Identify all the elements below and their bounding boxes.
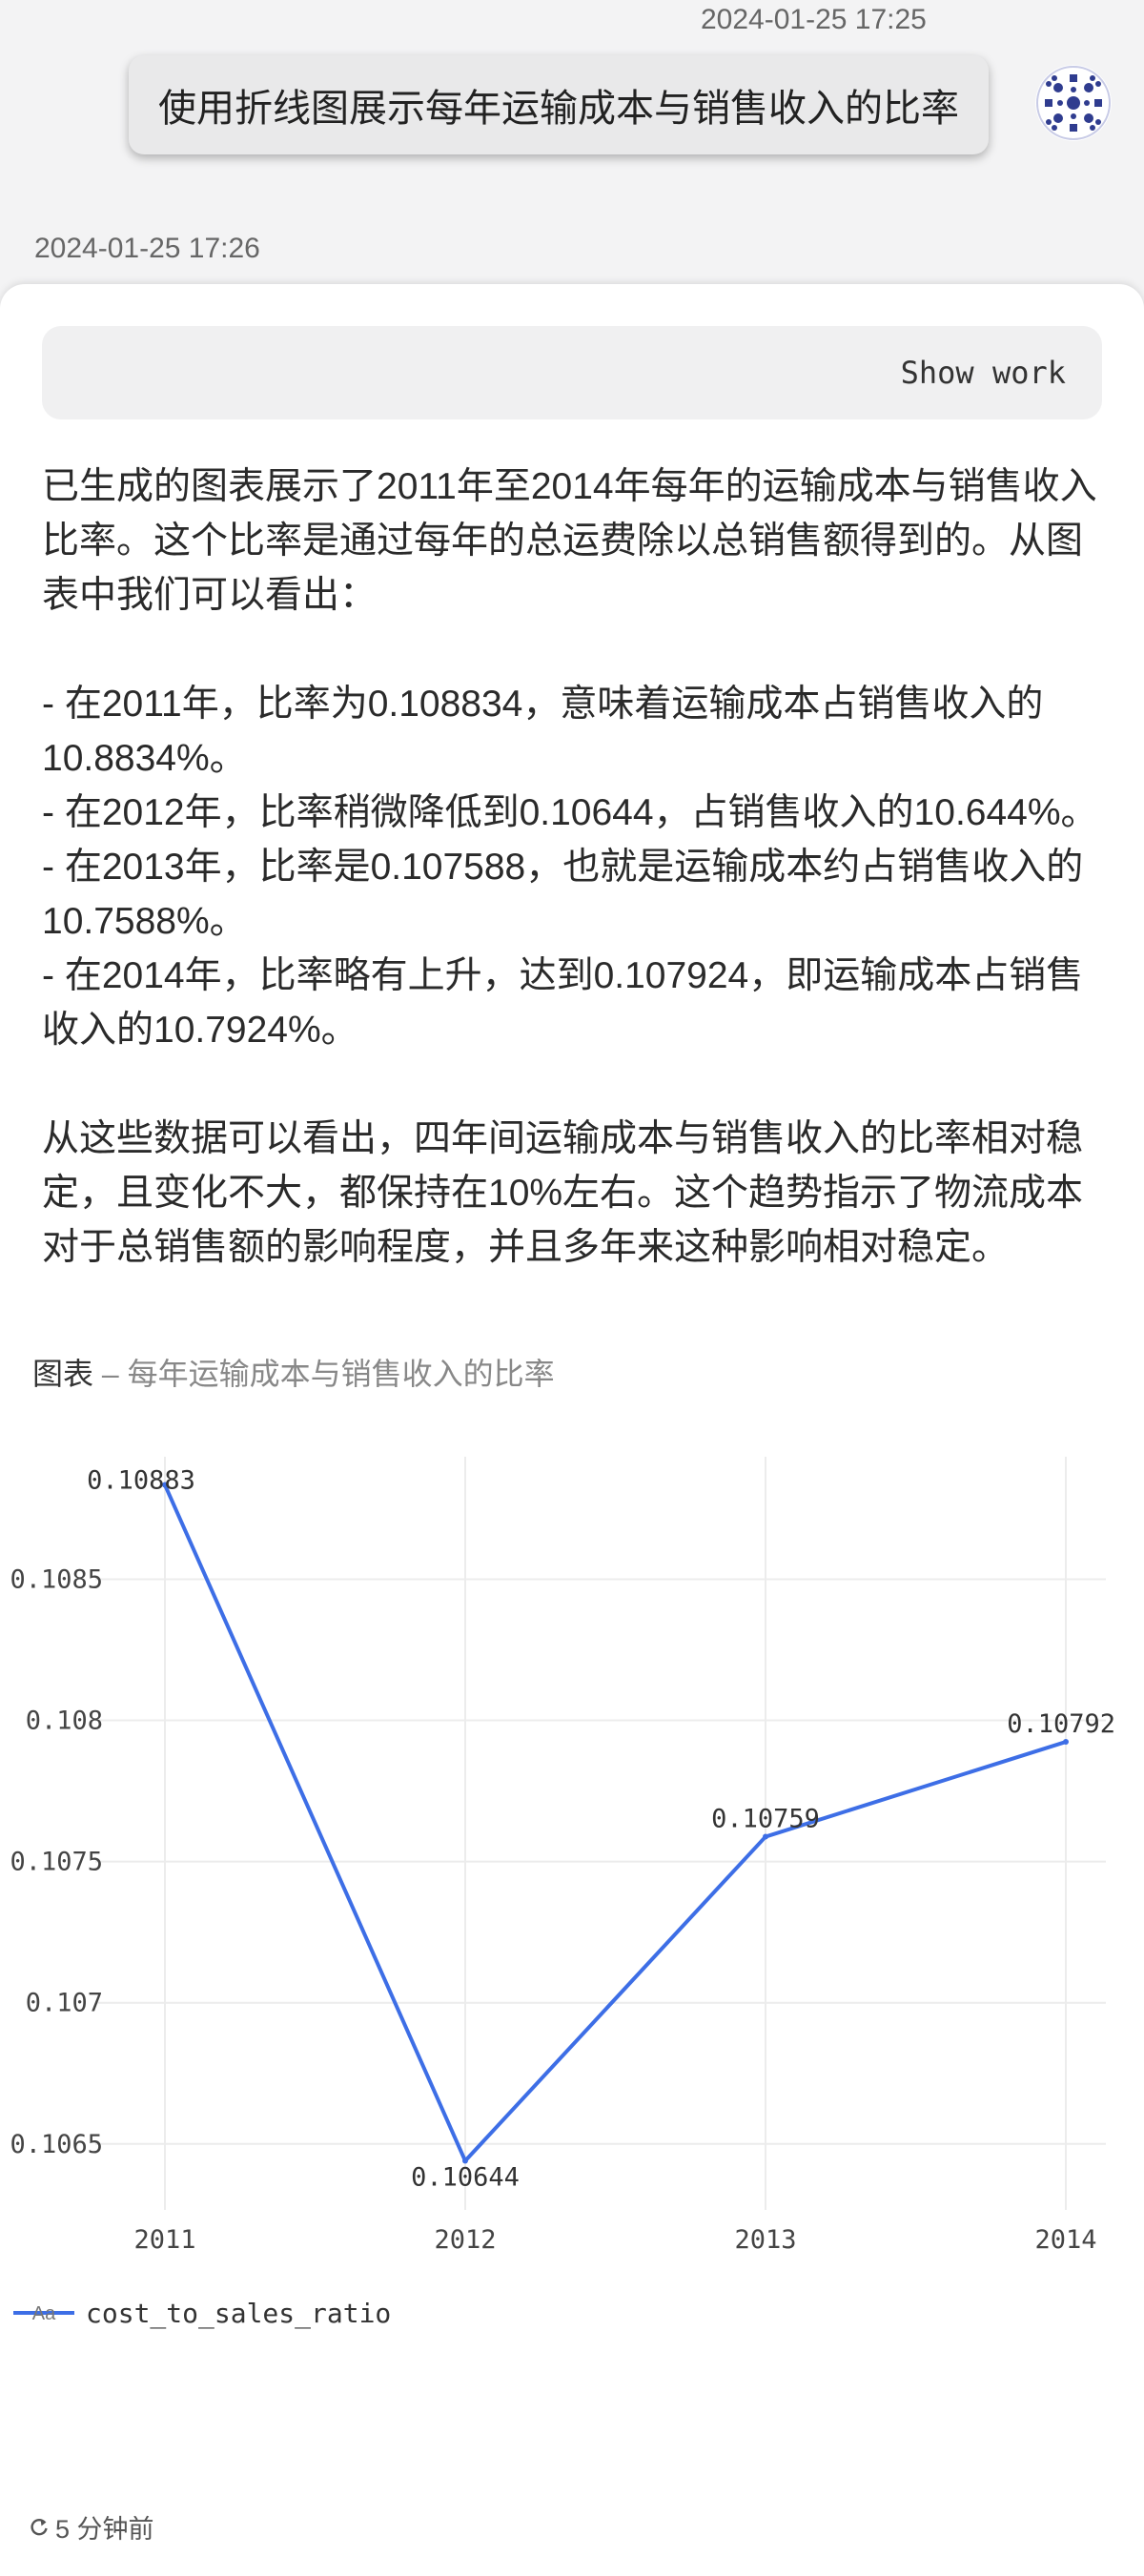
- user-avatar[interactable]: [1035, 65, 1112, 141]
- legend-label: cost_to_sales_ratio: [86, 2298, 391, 2330]
- show-work-label: Show work: [900, 355, 1066, 391]
- line-chart: 0.1065 0.107 0.1075 0.108 0.1085 2011 2012 2013…: [10, 1457, 1115, 2330]
- chart-section-label: 图表: [32, 1357, 94, 1391]
- user-message-timestamp: 2024-01-25 17:25: [701, 4, 927, 35]
- response-conclusion: 从这些数据可以看出，四年间运输成本与销售收入的比率相对稳定，且变化不大，都保持在…: [42, 1118, 1084, 1268]
- chart-title-separator: –: [93, 1357, 128, 1391]
- y-tick-label: 0.1085: [10, 1564, 103, 1594]
- user-message-text: 使用折线图展示每年运输成本与销售收入的比率: [158, 88, 959, 130]
- user-message-bubble: 使用折线图展示每年运输成本与销售收入的比率: [129, 55, 989, 154]
- response-bullet: - 在2013年，比率是0.107588，也就是运输成本约占销售收入的10.75…: [42, 847, 1084, 942]
- x-tick-label: 2012: [434, 2225, 496, 2255]
- legend-icon: Aa: [32, 2303, 56, 2324]
- data-label: 0.10759: [711, 1805, 820, 1834]
- y-tick-label: 0.107: [26, 1989, 103, 2018]
- data-label: 0.10644: [411, 2163, 520, 2193]
- footer-status: 5 分钟前: [29, 2508, 154, 2545]
- response-card: Show work 已生成的图表展示了2011年至2014年每年的运输成本与销售…: [0, 284, 1144, 2576]
- y-tick-label: 0.108: [26, 1707, 103, 1736]
- x-tick-label: 2014: [1034, 2225, 1096, 2255]
- data-label: 0.10792: [1007, 1709, 1115, 1739]
- y-tick-label: 0.1065: [10, 2130, 103, 2159]
- chart-title: 每年运输成本与销售收入的比率: [127, 1357, 555, 1391]
- refresh-icon[interactable]: [29, 2517, 50, 2538]
- response-bullet: - 在2011年，比率为0.108834，意味着运输成本占销售收入的10.883…: [42, 684, 1044, 779]
- bot-message-timestamp: 2024-01-25 17:26: [34, 233, 260, 264]
- response-text: 已生成的图表展示了2011年至2014年每年的运输成本与销售收入比率。这个比率是…: [42, 460, 1102, 1275]
- response-bullet: - 在2012年，比率稍微降低到0.10644，占销售收入的10.644%。: [42, 792, 1098, 833]
- data-point: [1063, 1739, 1069, 1746]
- x-tick-label: 2013: [734, 2225, 796, 2255]
- response-bullet: - 在2014年，比率略有上升，达到0.107924，即运输成本占销售收入的10…: [42, 955, 1084, 1051]
- data-point: [763, 1833, 768, 1840]
- response-intro: 已生成的图表展示了2011年至2014年每年的运输成本与销售收入比率。这个比率是…: [42, 466, 1097, 616]
- time-ago: 5 分钟前: [55, 2515, 154, 2544]
- data-label: 0.10883: [87, 1466, 195, 1496]
- series-line-cost-to-sales-ratio: [163, 1483, 1067, 2163]
- show-work-button[interactable]: Show work: [42, 326, 1102, 419]
- chart-section-title: 图表 – 每年运输成本与销售收入的比率: [32, 1350, 555, 1394]
- x-tick-label: 2011: [133, 2225, 195, 2255]
- y-tick-label: 0.1075: [10, 1848, 103, 1877]
